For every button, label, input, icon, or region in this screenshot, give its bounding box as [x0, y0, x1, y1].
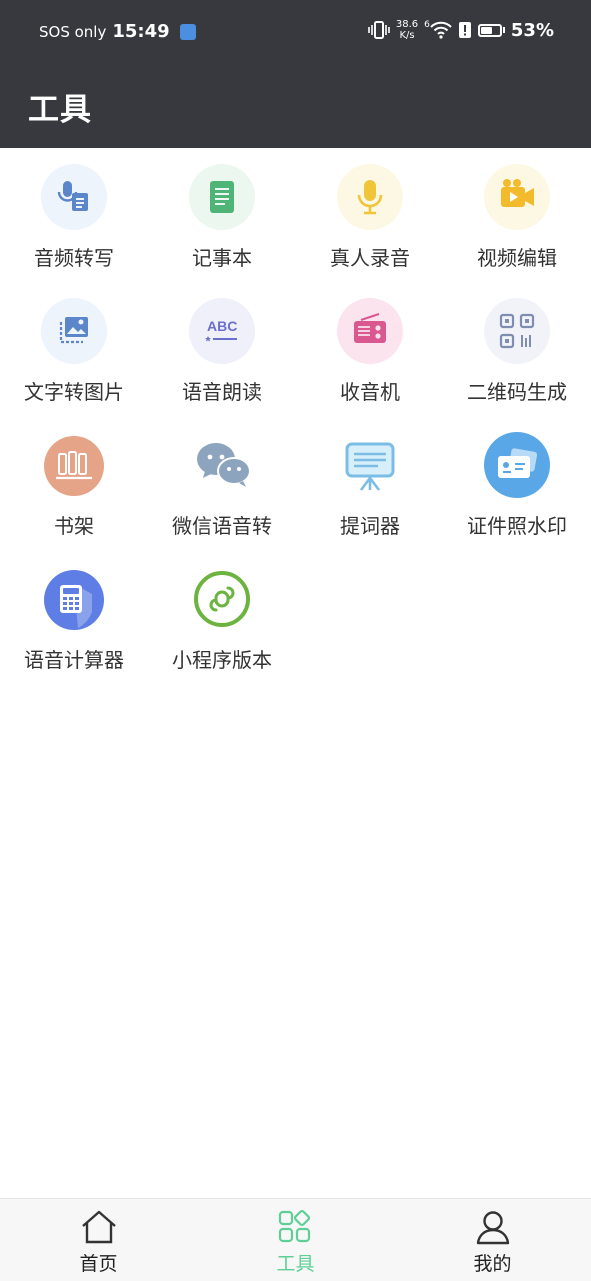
page-title: 工具 — [28, 92, 92, 128]
tool-label: 文字转图片 — [24, 380, 124, 404]
wifi-icon — [430, 21, 452, 39]
battery-percent: 53% — [510, 19, 554, 41]
id-card-icon — [484, 432, 550, 498]
tool-label: 书架 — [54, 514, 94, 538]
status-bar: SOS only 15:49 38.6 K/s 6 53% — [0, 0, 591, 66]
tool-label: 二维码生成 — [467, 380, 567, 404]
notepad-icon — [189, 164, 255, 230]
battery-icon — [477, 23, 502, 37]
mini-program-icon — [189, 566, 255, 632]
tool-voice-calculator[interactable]: 语音计算器 — [0, 566, 148, 686]
calculator-icon — [44, 570, 104, 630]
tool-label: 微信语音转 — [172, 514, 272, 538]
tool-notepad[interactable]: 记事本 — [148, 164, 296, 284]
tool-radio[interactable]: 收音机 — [296, 298, 444, 418]
nav-item-home[interactable]: 首页 — [0, 1199, 197, 1281]
tool-qr-code[interactable]: 二维码生成 — [443, 298, 591, 418]
microphone-icon — [337, 164, 403, 230]
tool-label: 音频转写 — [34, 246, 114, 270]
tool-label: 提词器 — [340, 514, 400, 538]
nav-label: 我的 — [473, 1253, 512, 1275]
svg-text:ABC: ABC — [207, 318, 237, 334]
tool-id-watermark[interactable]: 证件照水印 — [443, 432, 591, 552]
teleprompter-icon — [337, 432, 403, 498]
tool-bookshelf[interactable]: 书架 — [0, 432, 148, 552]
clock: 15:49 — [112, 21, 170, 42]
nav-label: 首页 — [79, 1253, 118, 1275]
bookshelf-icon — [44, 436, 104, 496]
bottom-nav: 首页 工具 我的 — [0, 1198, 591, 1281]
abc-read-icon: ABC — [189, 298, 255, 364]
home-icon — [82, 1210, 116, 1244]
text-to-image-icon — [41, 298, 107, 364]
tool-label: 语音计算器 — [24, 648, 124, 672]
tools-grid-icon — [278, 1209, 311, 1243]
tool-label: 小程序版本 — [172, 648, 272, 672]
video-camera-icon — [484, 164, 550, 230]
network-speed: 38.6 K/s — [395, 19, 419, 41]
tool-audio-transcribe[interactable]: 音频转写 — [0, 164, 148, 284]
notification-app-icon — [179, 23, 196, 40]
nav-label: 工具 — [276, 1253, 315, 1275]
audio-transcribe-icon — [41, 164, 107, 230]
qr-code-icon — [484, 298, 550, 364]
tool-voice-read[interactable]: ABC 语音朗读 — [148, 298, 296, 418]
tool-real-recording[interactable]: 真人录音 — [296, 164, 444, 284]
tool-mini-program[interactable]: 小程序版本 — [148, 566, 296, 686]
radio-icon — [337, 298, 403, 364]
nav-item-tools[interactable]: 工具 — [197, 1199, 394, 1281]
tool-label: 语音朗读 — [182, 380, 262, 404]
vibrate-icon — [368, 21, 390, 39]
carrier-text: SOS only — [39, 22, 107, 41]
nav-item-profile[interactable]: 我的 — [394, 1199, 591, 1281]
tool-label: 真人录音 — [330, 246, 410, 270]
tool-teleprompter[interactable]: 提词器 — [296, 432, 444, 552]
profile-icon — [476, 1211, 510, 1245]
tool-label: 收音机 — [340, 380, 400, 404]
top-bar: SOS only 15:49 38.6 K/s 6 53% 工具 — [0, 0, 591, 148]
tool-label: 记事本 — [192, 246, 252, 270]
alert-icon — [458, 22, 471, 38]
tool-text-to-image[interactable]: 文字转图片 — [0, 298, 148, 418]
tool-video-edit[interactable]: 视频编辑 — [443, 164, 591, 284]
tool-label: 视频编辑 — [477, 246, 557, 270]
tool-label: 证件照水印 — [467, 514, 567, 538]
tool-wechat-voice[interactable]: 微信语音转 — [148, 432, 296, 552]
wechat-icon — [189, 432, 255, 498]
